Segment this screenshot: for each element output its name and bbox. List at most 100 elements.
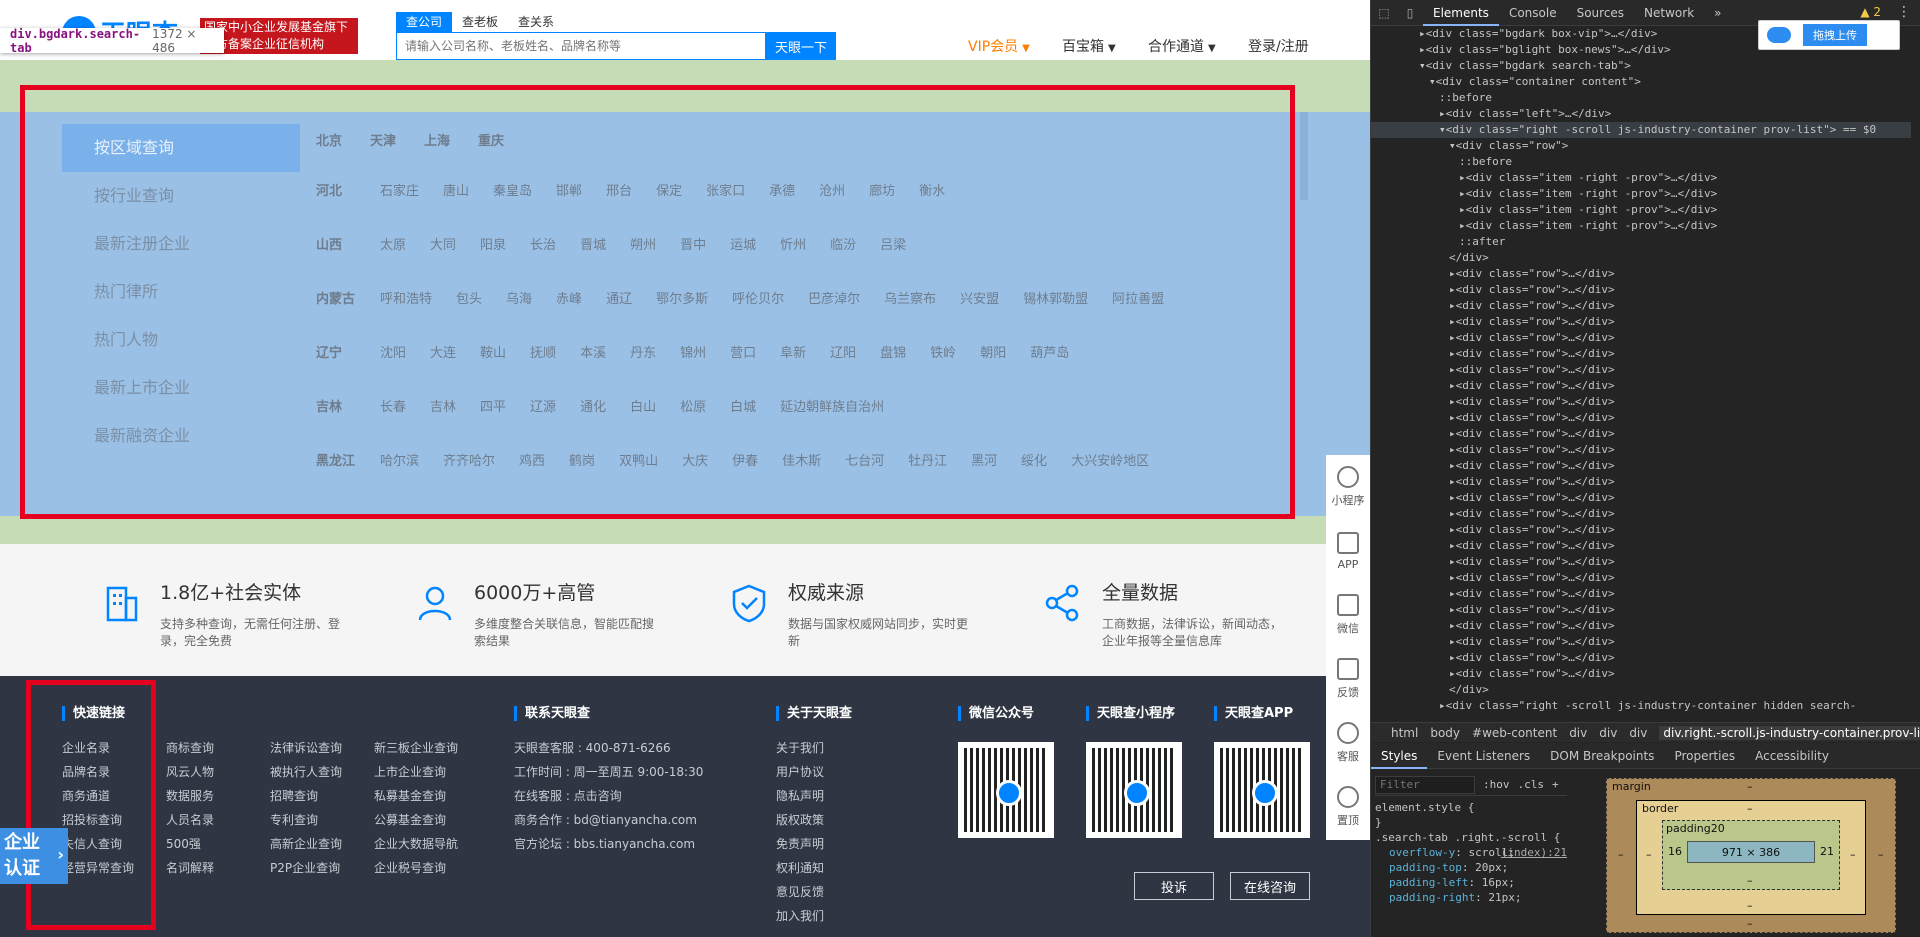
dom-node[interactable]: ▸<div class="row">…</div> [1371,602,1911,618]
footer-link[interactable]: 隐私声明 [776,784,824,808]
dom-node[interactable]: ▸<div class="row">…</div> [1371,298,1911,314]
contact-line[interactable]: 官方论坛 : bbs.tianyancha.com [514,832,703,856]
dom-node[interactable]: ▾<div class="container content"> [1371,74,1911,90]
tab-boss[interactable]: 查老板 [452,12,508,32]
footer-link[interactable]: 版权政策 [776,808,824,832]
footer-link[interactable]: 免责声明 [776,832,824,856]
warning-badge[interactable]: ▲ 2 [1860,5,1881,19]
dom-node[interactable]: ▸<div class="row">…</div> [1371,314,1911,330]
dom-node[interactable]: ▸<div class="row">…</div> [1371,586,1911,602]
upload-widget[interactable]: 拖拽上传 [1758,20,1900,50]
sidebar-app[interactable]: APP [1326,519,1370,583]
breadcrumb-item[interactable]: html [1391,726,1418,740]
contact-line[interactable]: 商务合作 : bd@tianyancha.com [514,808,703,832]
footer-link[interactable]: P2P企业查询 [270,856,342,880]
footer-link[interactable]: 权利通知 [776,856,824,880]
complaint-button[interactable]: 投诉 [1134,872,1214,900]
dom-node[interactable]: ▸<div class="row">…</div> [1371,282,1911,298]
dom-node[interactable]: ▸<div class="row">…</div> [1371,634,1911,650]
sidebar-service[interactable]: 客服 [1326,711,1370,775]
footer-link[interactable]: 被执行人查询 [270,760,342,784]
dom-node-selected[interactable]: ▾<div class="right -scroll js-industry-c… [1371,122,1911,138]
footer-link[interactable]: 招聘查询 [270,784,342,808]
subtab-event-listeners[interactable]: Event Listeners [1427,743,1540,769]
dom-node[interactable]: ▸<div class="row">…</div> [1371,474,1911,490]
sidebar-wechat[interactable]: 微信 [1326,583,1370,647]
dom-node[interactable]: ▸<div class="row">…</div> [1371,538,1911,554]
element-style-line[interactable]: element.style { [1375,800,1567,815]
dom-node[interactable]: ▸<div class="left">…</div> [1371,106,1911,122]
hov-toggle[interactable]: :hov [1483,778,1510,791]
cls-toggle[interactable]: .cls [1518,778,1545,791]
dom-node[interactable]: ▸<div class="row">…</div> [1371,650,1911,666]
dom-node[interactable]: ▸<div class="row">…</div> [1371,378,1911,394]
tab-sources[interactable]: Sources [1567,0,1634,26]
sidebar-miniprogram[interactable]: 小程序 [1326,455,1370,519]
dom-node[interactable]: </div> [1371,682,1911,698]
dom-node[interactable]: ▸<div class="row">…</div> [1371,426,1911,442]
footer-link[interactable]: 法律诉讼查询 [270,736,342,760]
breadcrumb-item[interactable]: div [1569,726,1587,740]
dom-node[interactable]: ▸<div class="row">…</div> [1371,362,1911,378]
dom-node[interactable]: ▾<div class="bgdark search-tab"> [1371,58,1911,74]
breadcrumb-item[interactable]: div [1599,726,1617,740]
tab-relation[interactable]: 查关系 [508,12,564,32]
dom-node[interactable]: ::before [1371,154,1911,170]
nav-login[interactable]: 登录/注册 [1248,36,1309,56]
tab-console[interactable]: Console [1499,0,1567,26]
nav-toolbox[interactable]: 百宝箱 ▼ [1062,36,1116,56]
breadcrumb-item[interactable]: div.right.-scroll.js-industry-container.… [1659,725,1920,740]
dom-node[interactable]: ::before [1371,90,1911,106]
breadcrumb-item[interactable]: div [1629,726,1647,740]
search-button[interactable]: 天眼一下 [766,32,836,60]
subtab-properties[interactable]: Properties [1664,743,1745,769]
footer-link[interactable]: 企业税号查询 [374,856,458,880]
dom-node[interactable]: ▸<div class="row">…</div> [1371,410,1911,426]
dom-node[interactable]: ▸<div class="row">…</div> [1371,394,1911,410]
footer-link[interactable]: 风云人物 [166,760,214,784]
dom-node[interactable]: ▸<div class="row">…</div> [1371,666,1911,682]
footer-link[interactable]: 名词解释 [166,856,214,880]
dom-node[interactable]: ▸<div class="row">…</div> [1371,330,1911,346]
more-tabs-icon[interactable]: » [1704,0,1731,26]
dom-node[interactable]: ▸<div class="item -right -prov">…</div> [1371,170,1911,186]
search-input[interactable] [396,32,766,60]
footer-link[interactable]: 新三板企业查询 [374,736,458,760]
dom-node[interactable]: ::after [1371,234,1911,250]
footer-link[interactable]: 高新企业查询 [270,832,342,856]
footer-link[interactable]: 数据服务 [166,784,214,808]
footer-link[interactable]: 加入我们 [776,904,824,928]
footer-link[interactable]: 企业大数据导航 [374,832,458,856]
dom-node[interactable]: ▸<div class="row">…</div> [1371,442,1911,458]
dom-node[interactable]: ▸<div class="row">…</div> [1371,490,1911,506]
footer-link[interactable]: 公募基金查询 [374,808,458,832]
enterprise-verify-badge[interactable]: 企业 认证 › [0,828,68,884]
subtab-accessibility[interactable]: Accessibility [1745,743,1839,769]
breadcrumb-item[interactable]: #web-content [1472,726,1557,740]
dom-node[interactable]: ▸<div class="item -right -prov">…</div> [1371,186,1911,202]
nav-cooperation[interactable]: 合作通道 ▼ [1148,36,1216,56]
breadcrumb-item[interactable]: body [1430,726,1460,740]
dom-node[interactable]: ▸<div class="row">…</div> [1371,618,1911,634]
footer-link[interactable]: 500强 [166,832,214,856]
css-declaration[interactable]: padding-top: 20px; [1375,860,1567,875]
footer-link[interactable]: 人员名录 [166,808,214,832]
dom-node[interactable]: ▸<div class="row">…</div> [1371,554,1911,570]
inspect-icon[interactable]: ⬚ [1371,0,1397,26]
dom-node[interactable]: ▸<div class="row">…</div> [1371,266,1911,282]
dom-node[interactable]: ▸<div class="row">…</div> [1371,506,1911,522]
footer-link[interactable]: 商标查询 [166,736,214,760]
contact-line[interactable]: 在线客服 : 点击咨询 [514,784,703,808]
css-declaration[interactable]: padding-right: 21px; [1375,890,1567,905]
tab-company[interactable]: 查公司 [396,12,453,32]
dom-node[interactable]: ▸<div class="right -scroll js-industry-c… [1371,698,1911,714]
add-rule-icon[interactable]: + [1552,778,1559,791]
dom-node[interactable]: ▸<div class="row">…</div> [1371,522,1911,538]
dom-node[interactable]: ▸<div class="row">…</div> [1371,346,1911,362]
footer-link[interactable]: 意见反馈 [776,880,824,904]
dom-node[interactable]: ▸<div class="row">…</div> [1371,458,1911,474]
kebab-menu-icon[interactable]: ⋮ [1897,4,1911,20]
tab-elements[interactable]: Elements [1423,0,1499,26]
nav-vip[interactable]: VIP会员 ▼ [968,36,1030,56]
footer-link[interactable]: 上市企业查询 [374,760,458,784]
